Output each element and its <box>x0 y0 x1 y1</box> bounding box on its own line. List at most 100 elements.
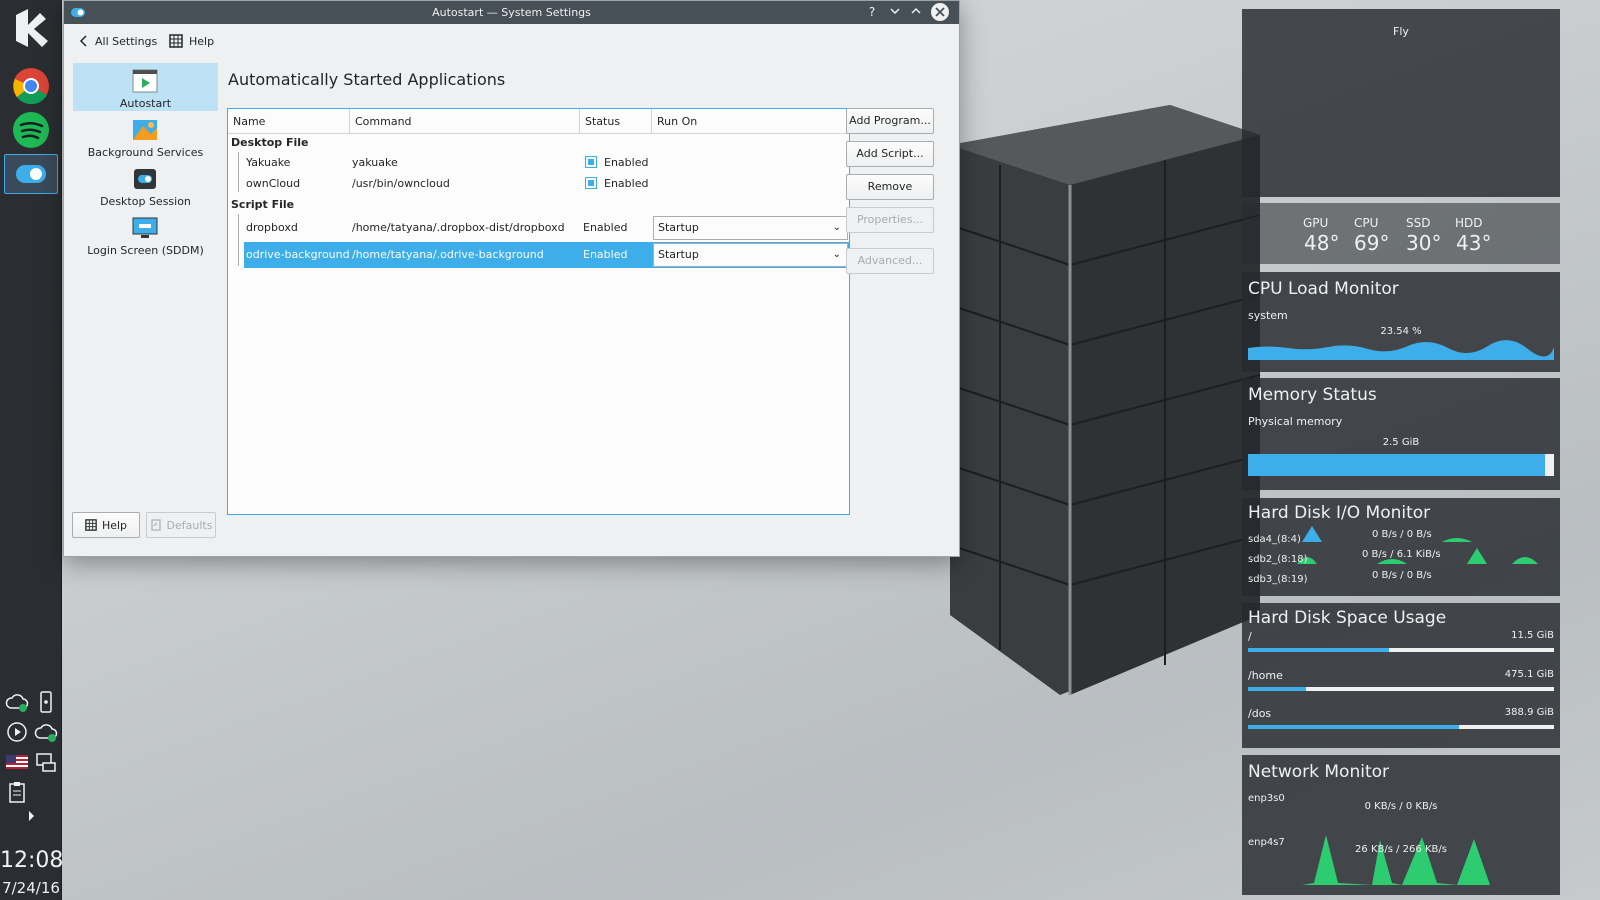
network-graph <box>1302 835 1490 885</box>
phone-icon[interactable] <box>34 690 58 714</box>
close-button[interactable] <box>931 3 949 21</box>
defaults-button-label: Defaults <box>166 518 213 532</box>
advanced-button[interactable]: Advanced... <box>846 248 934 274</box>
remove-button[interactable]: Remove <box>846 174 934 200</box>
kde-launcher-button[interactable] <box>4 8 58 48</box>
maximize-button[interactable] <box>907 3 925 21</box>
memory-status-widget[interactable]: Memory Status Physical memory 2.5 GiB <box>1242 378 1560 490</box>
kde-logo-icon <box>16 9 48 47</box>
cpu-load-widget[interactable]: CPU Load Monitor system 23.54 % <box>1242 272 1560 372</box>
add-script-button[interactable]: Add Script... <box>846 141 934 167</box>
network-icon[interactable] <box>34 750 58 774</box>
disk-io-widget[interactable]: Hard Disk I/O Monitor sda4_(8:4) 0 B/s /… <box>1242 498 1560 596</box>
help-button[interactable]: Help <box>72 512 140 538</box>
fly-widget[interactable]: Fly <box>1242 9 1560 197</box>
chevron-down-icon: ⌄ <box>832 249 841 260</box>
disk-space-bar-fill <box>1248 648 1389 652</box>
network-iface-value: 0 KB/s / 0 KB/s <box>1364 801 1438 812</box>
run-on-value: Startup <box>658 248 699 261</box>
column-header-status[interactable]: Status <box>580 109 652 134</box>
minimize-button[interactable] <box>886 3 904 21</box>
table-row[interactable]: dropboxd /home/tatyana/.dropbox-dist/dro… <box>228 215 849 241</box>
enabled-checkbox[interactable] <box>585 156 597 168</box>
all-settings-button[interactable]: All Settings <box>79 33 157 49</box>
network-monitor-widget[interactable]: Network Monitor enp3s0 0 KB/s / 0 KB/s e… <box>1242 755 1560 895</box>
login-screen-icon <box>132 217 158 238</box>
background-services-icon <box>133 120 157 140</box>
settings-toggle-icon <box>16 165 46 183</box>
clipboard-icon[interactable] <box>5 780 29 804</box>
cpu-load-graph <box>1248 340 1554 360</box>
sidebar-item-autostart[interactable]: Autostart <box>73 63 218 111</box>
spotify-launcher[interactable] <box>4 110 58 150</box>
disk-io-value: 0 B/s / 0 B/s <box>1372 529 1432 540</box>
column-header-name[interactable]: Name <box>228 109 350 134</box>
chrome-launcher[interactable] <box>4 66 58 106</box>
document-revert-icon <box>150 519 161 531</box>
tray-expand-icon[interactable] <box>19 806 43 826</box>
us-flag-keyboard-icon[interactable] <box>5 750 29 774</box>
enabled-checkbox[interactable] <box>585 177 597 189</box>
table-row[interactable]: ownCloud /usr/bin/owncloud Enabled <box>228 173 849 195</box>
disk-io-title: Hard Disk I/O Monitor <box>1248 503 1431 523</box>
table-header: Name Command Status Run On <box>228 109 849 134</box>
disk-space-bar-fill <box>1248 687 1307 691</box>
system-settings-window: Autostart — System Settings ? All Settin… <box>63 0 960 557</box>
temp-label-ssd: SSD <box>1406 216 1431 230</box>
wallpaper-cube <box>949 105 1261 695</box>
disk-io-name: sda4_(8:4) <box>1248 534 1301 545</box>
row-status: Enabled <box>583 248 628 261</box>
properties-button[interactable]: Properties... <box>846 207 934 233</box>
run-on-select[interactable]: Startup ⌄ <box>653 216 848 240</box>
help-button-label: Help <box>101 518 128 532</box>
network-iface-value: 26 KB/s / 266 KB/s <box>1355 844 1447 855</box>
cloud-sync-icon[interactable] <box>5 690 29 714</box>
defaults-button[interactable]: Defaults <box>146 512 216 538</box>
disk-space-bar <box>1248 648 1554 652</box>
sidebar-item-desktop-session[interactable]: Desktop Session <box>73 161 218 209</box>
disk-space-value: 388.9 GiB <box>1504 707 1554 718</box>
disk-space-title: Hard Disk Space Usage <box>1248 608 1447 628</box>
window-title: Autostart — System Settings <box>432 6 591 19</box>
settings-sidebar: Autostart Background Services Desktop Se… <box>73 63 218 518</box>
row-command: /home/tatyana/.dropbox-dist/dropboxd <box>352 221 565 234</box>
run-on-select[interactable]: Startup ⌄ <box>653 243 848 267</box>
all-settings-label: All Settings <box>95 34 158 48</box>
toolbar-help-label: Help <box>189 34 215 48</box>
cloud-check-icon[interactable] <box>34 720 58 744</box>
table-row-selected[interactable]: odrive-background /home/tatyana/.odrive-… <box>244 242 849 268</box>
temperature-widget[interactable]: GPU CPU SSD HDD 48° 69° 30° 43° <box>1242 203 1560 264</box>
clock-date[interactable]: 7/24/16 <box>0 879 62 897</box>
disk-io-name: sdb2_(8:18) <box>1248 554 1308 565</box>
media-play-icon[interactable] <box>5 720 29 744</box>
context-help-button[interactable]: ? <box>863 3 881 21</box>
toolbar-help-button[interactable]: Help <box>169 33 214 49</box>
help-lifebuoy-icon <box>85 519 97 531</box>
disk-space-widget[interactable]: Hard Disk Space Usage / 11.5 GiB /home 4… <box>1242 603 1560 748</box>
row-name: dropboxd <box>246 221 298 234</box>
toolbar: All Settings Help <box>64 24 959 58</box>
sidebar-item-login-screen[interactable]: Login Screen (SDDM) <box>73 210 218 258</box>
column-header-run-on[interactable]: Run On <box>652 109 849 134</box>
cpu-widget-title: CPU Load Monitor <box>1248 279 1399 299</box>
memory-value: 2.5 GiB <box>1382 437 1420 448</box>
close-icon <box>935 7 945 17</box>
table-row[interactable]: Yakuake yakuake Enabled <box>228 152 849 174</box>
memory-bar-track <box>1248 454 1554 476</box>
cpu-load-value: 23.54 % <box>1380 326 1422 337</box>
column-header-command[interactable]: Command <box>350 109 580 134</box>
group-desktop-file[interactable]: Desktop File <box>231 136 309 149</box>
temp-label-hdd: HDD <box>1455 216 1483 230</box>
group-script-file[interactable]: Script File <box>231 198 294 211</box>
window-titlebar[interactable]: Autostart — System Settings ? <box>64 1 959 24</box>
system-settings-task[interactable] <box>4 154 58 194</box>
row-command: yakuake <box>352 156 398 169</box>
sidebar-item-background-services[interactable]: Background Services <box>73 112 218 160</box>
autostart-icon <box>132 69 158 93</box>
row-status: Enabled <box>583 221 628 234</box>
clock-time[interactable]: 12:08 <box>0 848 63 873</box>
temp-value-ssd: 30° <box>1406 231 1442 255</box>
disk-space-value: 475.1 GiB <box>1504 669 1554 680</box>
add-program-button[interactable]: Add Program... <box>846 108 934 134</box>
autostart-table[interactable]: Name Command Status Run On Desktop File … <box>227 108 850 515</box>
